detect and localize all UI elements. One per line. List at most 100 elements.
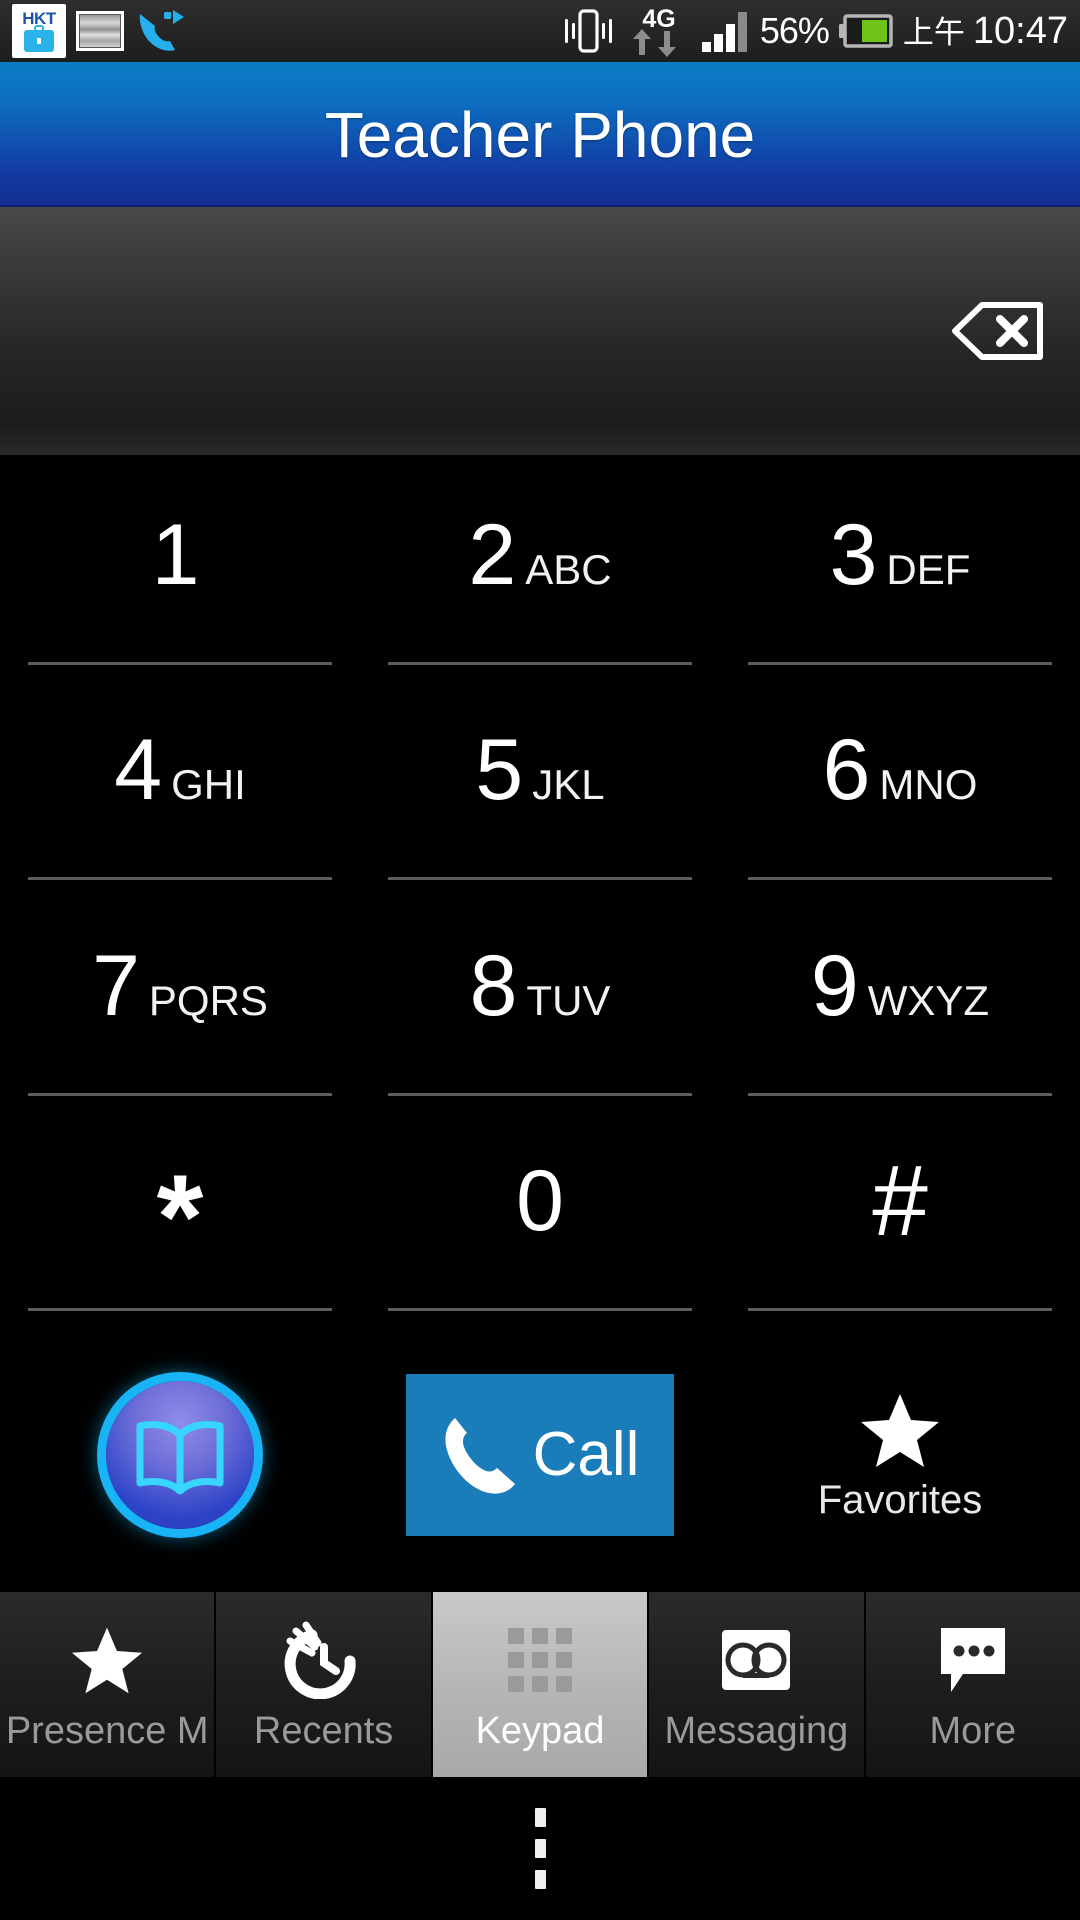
dialpad-key-2-letters: ABC: [525, 545, 612, 593]
dialpad-row-3: 7 PQRS 8 TUV 9 WXYZ: [0, 886, 1080, 1102]
dialed-number-text[interactable]: [40, 207, 930, 455]
tab-messaging-label: Messaging: [664, 1710, 849, 1752]
dialed-number-display[interactable]: [0, 207, 1080, 455]
dialpad-key-2-digit: 2: [468, 506, 516, 603]
dialpad-row-4: * 0 #: [0, 1102, 1080, 1318]
favorites-button[interactable]: Favorites: [720, 1317, 1080, 1592]
dialpad-key-2[interactable]: 2 ABC: [360, 455, 720, 671]
dialpad-separator: [748, 877, 1052, 880]
tab-keypad[interactable]: Keypad: [432, 1592, 650, 1777]
directory-button[interactable]: [0, 1317, 360, 1592]
dialpad-separator: [748, 1308, 1052, 1311]
tab-more[interactable]: More: [865, 1592, 1080, 1777]
dialpad: 1 2 ABC 3 DEF 4 GHI 5 JKL 6 MNO 7 PQRS 8…: [0, 455, 1080, 1317]
status-left-icons: HKT: [12, 4, 186, 58]
dialpad-key-3-digit: 3: [829, 506, 878, 603]
dialpad-key-9-letters: WXYZ: [867, 976, 990, 1024]
dialpad-key-7-letters: PQRS: [148, 976, 268, 1024]
phone-handset-icon: [445, 1417, 515, 1494]
dialpad-key-0-digit: 0: [516, 1152, 564, 1249]
open-book-glyph: [136, 1420, 224, 1494]
dialpad-separator: [28, 661, 332, 665]
star-glyph: [72, 1627, 143, 1694]
dialpad-key-1[interactable]: 1: [0, 455, 360, 671]
dialpad-action-row: Call Favorites: [0, 1317, 1080, 1592]
call-forward-icon: [139, 10, 184, 51]
status-clock: 上午 10:47: [903, 12, 1068, 50]
star-icon: [70, 1618, 144, 1702]
dialpad-key-7[interactable]: 7 PQRS: [0, 886, 360, 1102]
dialpad-key-5-digit: 5: [475, 722, 523, 819]
dialpad-separator: [748, 1092, 1052, 1096]
dialpad-key-9-digit: 9: [810, 937, 859, 1034]
dialpad-separator: [28, 1092, 332, 1096]
dialpad-key-4[interactable]: 4 GHI: [0, 671, 360, 887]
dialpad-key-6[interactable]: 6 MNO: [720, 671, 1080, 887]
battery-percent-label: 56%: [759, 10, 830, 51]
tab-recents[interactable]: Recents: [216, 1592, 433, 1777]
dialpad-key-9[interactable]: 9 WXYZ: [720, 886, 1080, 1102]
dialpad-key-8-letters: TUV: [526, 976, 611, 1024]
call-button-cell: Call: [360, 1317, 720, 1592]
backspace-icon: [952, 302, 1043, 360]
briefcase-shape: [24, 25, 54, 52]
dialpad-separator: [388, 1308, 692, 1311]
speech-bubble-glyph: [940, 1628, 1005, 1692]
dialpad-row-1: 1 2 ABC 3 DEF: [0, 455, 1080, 671]
dialpad-key-star[interactable]: *: [0, 1102, 360, 1318]
system-navigation-bar: [0, 1777, 1080, 1920]
open-book-icon: [106, 1380, 254, 1529]
dialpad-key-5-letters: JKL: [532, 761, 605, 809]
favorites-label: Favorites: [817, 1477, 983, 1522]
dialpad-key-hash[interactable]: #: [720, 1102, 1080, 1318]
menu-dot: [534, 1839, 546, 1858]
dialpad-key-6-digit: 6: [822, 722, 871, 819]
keypad-grid-icon: [502, 1618, 578, 1702]
battery-icon: [838, 14, 893, 48]
dialpad-separator: [388, 1092, 692, 1096]
picture-icon: [76, 11, 124, 51]
menu-dot: [534, 1870, 546, 1889]
dialpad-separator: [28, 877, 332, 880]
dialpad-separator: [28, 1308, 332, 1311]
status-bar: HKT 4G 56% 上午 10:47: [0, 0, 1080, 62]
overflow-menu-icon[interactable]: [511, 1798, 570, 1899]
status-right-icons: 4G 56% 上午 10:47: [558, 5, 1068, 57]
tab-more-label: More: [929, 1710, 1017, 1752]
recents-swoosh-icon: [284, 1618, 364, 1702]
dialpad-separator: [388, 877, 692, 880]
call-button-label: Call: [532, 1419, 640, 1489]
dialpad-key-5[interactable]: 5 JKL: [360, 671, 720, 887]
tab-presence-label: Presence M: [5, 1710, 209, 1752]
vibrate-icon: [564, 9, 612, 53]
page-title: Teacher Phone: [324, 98, 756, 171]
tab-presence[interactable]: Presence M: [0, 1592, 217, 1777]
dialpad-key-3-letters: DEF: [886, 545, 971, 593]
bottom-tab-bar: Presence M Recents Keypad Messaging More: [0, 1592, 1080, 1777]
speech-bubble-icon: [933, 1618, 1013, 1702]
call-button[interactable]: Call: [406, 1373, 674, 1536]
dialpad-key-8-digit: 8: [469, 937, 518, 1034]
clock-ampm: 上午: [902, 15, 965, 50]
backspace-button[interactable]: [938, 285, 1058, 377]
dialpad-row-2: 4 GHI 5 JKL 6 MNO: [0, 671, 1080, 887]
dialpad-key-3[interactable]: 3 DEF: [720, 455, 1080, 671]
tab-keypad-label: Keypad: [475, 1710, 605, 1752]
dialpad-key-0[interactable]: 0: [360, 1102, 720, 1318]
tab-messaging[interactable]: Messaging: [649, 1592, 866, 1777]
star-icon: [861, 1393, 939, 1467]
dialpad-key-1-digit: 1: [151, 506, 200, 603]
keypad-grid-glyph: [508, 1628, 573, 1692]
menu-dot: [534, 1808, 546, 1827]
network-4g-icon: 4G: [632, 5, 676, 57]
tab-recents-label: Recents: [253, 1710, 394, 1752]
dialpad-separator: [388, 661, 692, 665]
app-title-bar: Teacher Phone: [0, 62, 1080, 207]
dialpad-key-6-letters: MNO: [879, 761, 978, 809]
dialpad-key-4-digit: 4: [114, 722, 162, 819]
voicemail-glyph: [722, 1630, 791, 1690]
dialpad-key-8[interactable]: 8 TUV: [360, 886, 720, 1102]
dialpad-key-hash-symbol: #: [872, 1145, 928, 1258]
svg-text:4G: 4G: [642, 5, 675, 33]
signal-bars-icon: [701, 12, 747, 52]
